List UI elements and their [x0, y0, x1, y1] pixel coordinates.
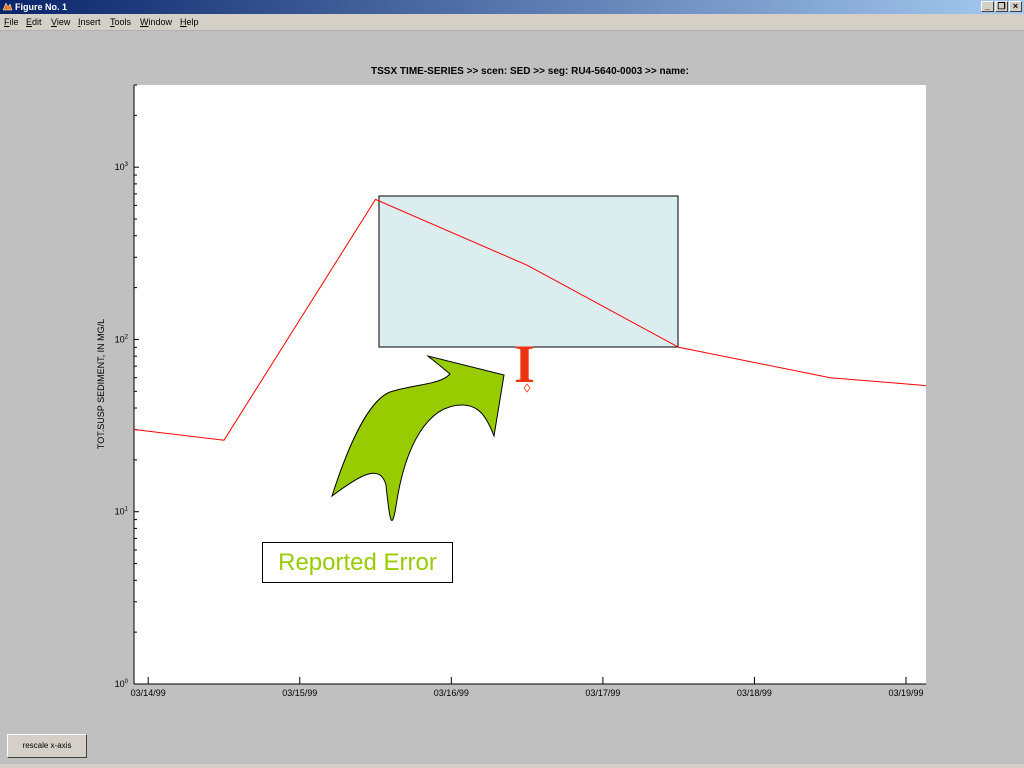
y-tick-label: 103 [115, 162, 129, 172]
y-tick-label: 100 [115, 679, 129, 689]
x-tick-label: 03/18/99 [737, 688, 772, 698]
x-tick-label: 03/19/99 [888, 688, 923, 698]
y-tick-label: 102 [115, 334, 129, 344]
x-tick-label: 03/16/99 [434, 688, 469, 698]
rescale-x-axis-button[interactable]: rescale x-axis [7, 734, 87, 758]
error-bar-symbol: I [514, 334, 536, 394]
x-tick-label: 03/15/99 [282, 688, 317, 698]
bottom-strip [0, 764, 1024, 768]
reported-error-label: Reported Error [262, 542, 453, 583]
highlight-box [378, 195, 679, 348]
y-tick-label: 101 [115, 507, 129, 517]
x-tick-label: 03/17/99 [585, 688, 620, 698]
time-series-plot[interactable]: 100 101 102 103 03/14/99 03/15/99 03/16/99 03/… [0, 0, 1024, 768]
x-tick-label: 03/14/99 [131, 688, 166, 698]
